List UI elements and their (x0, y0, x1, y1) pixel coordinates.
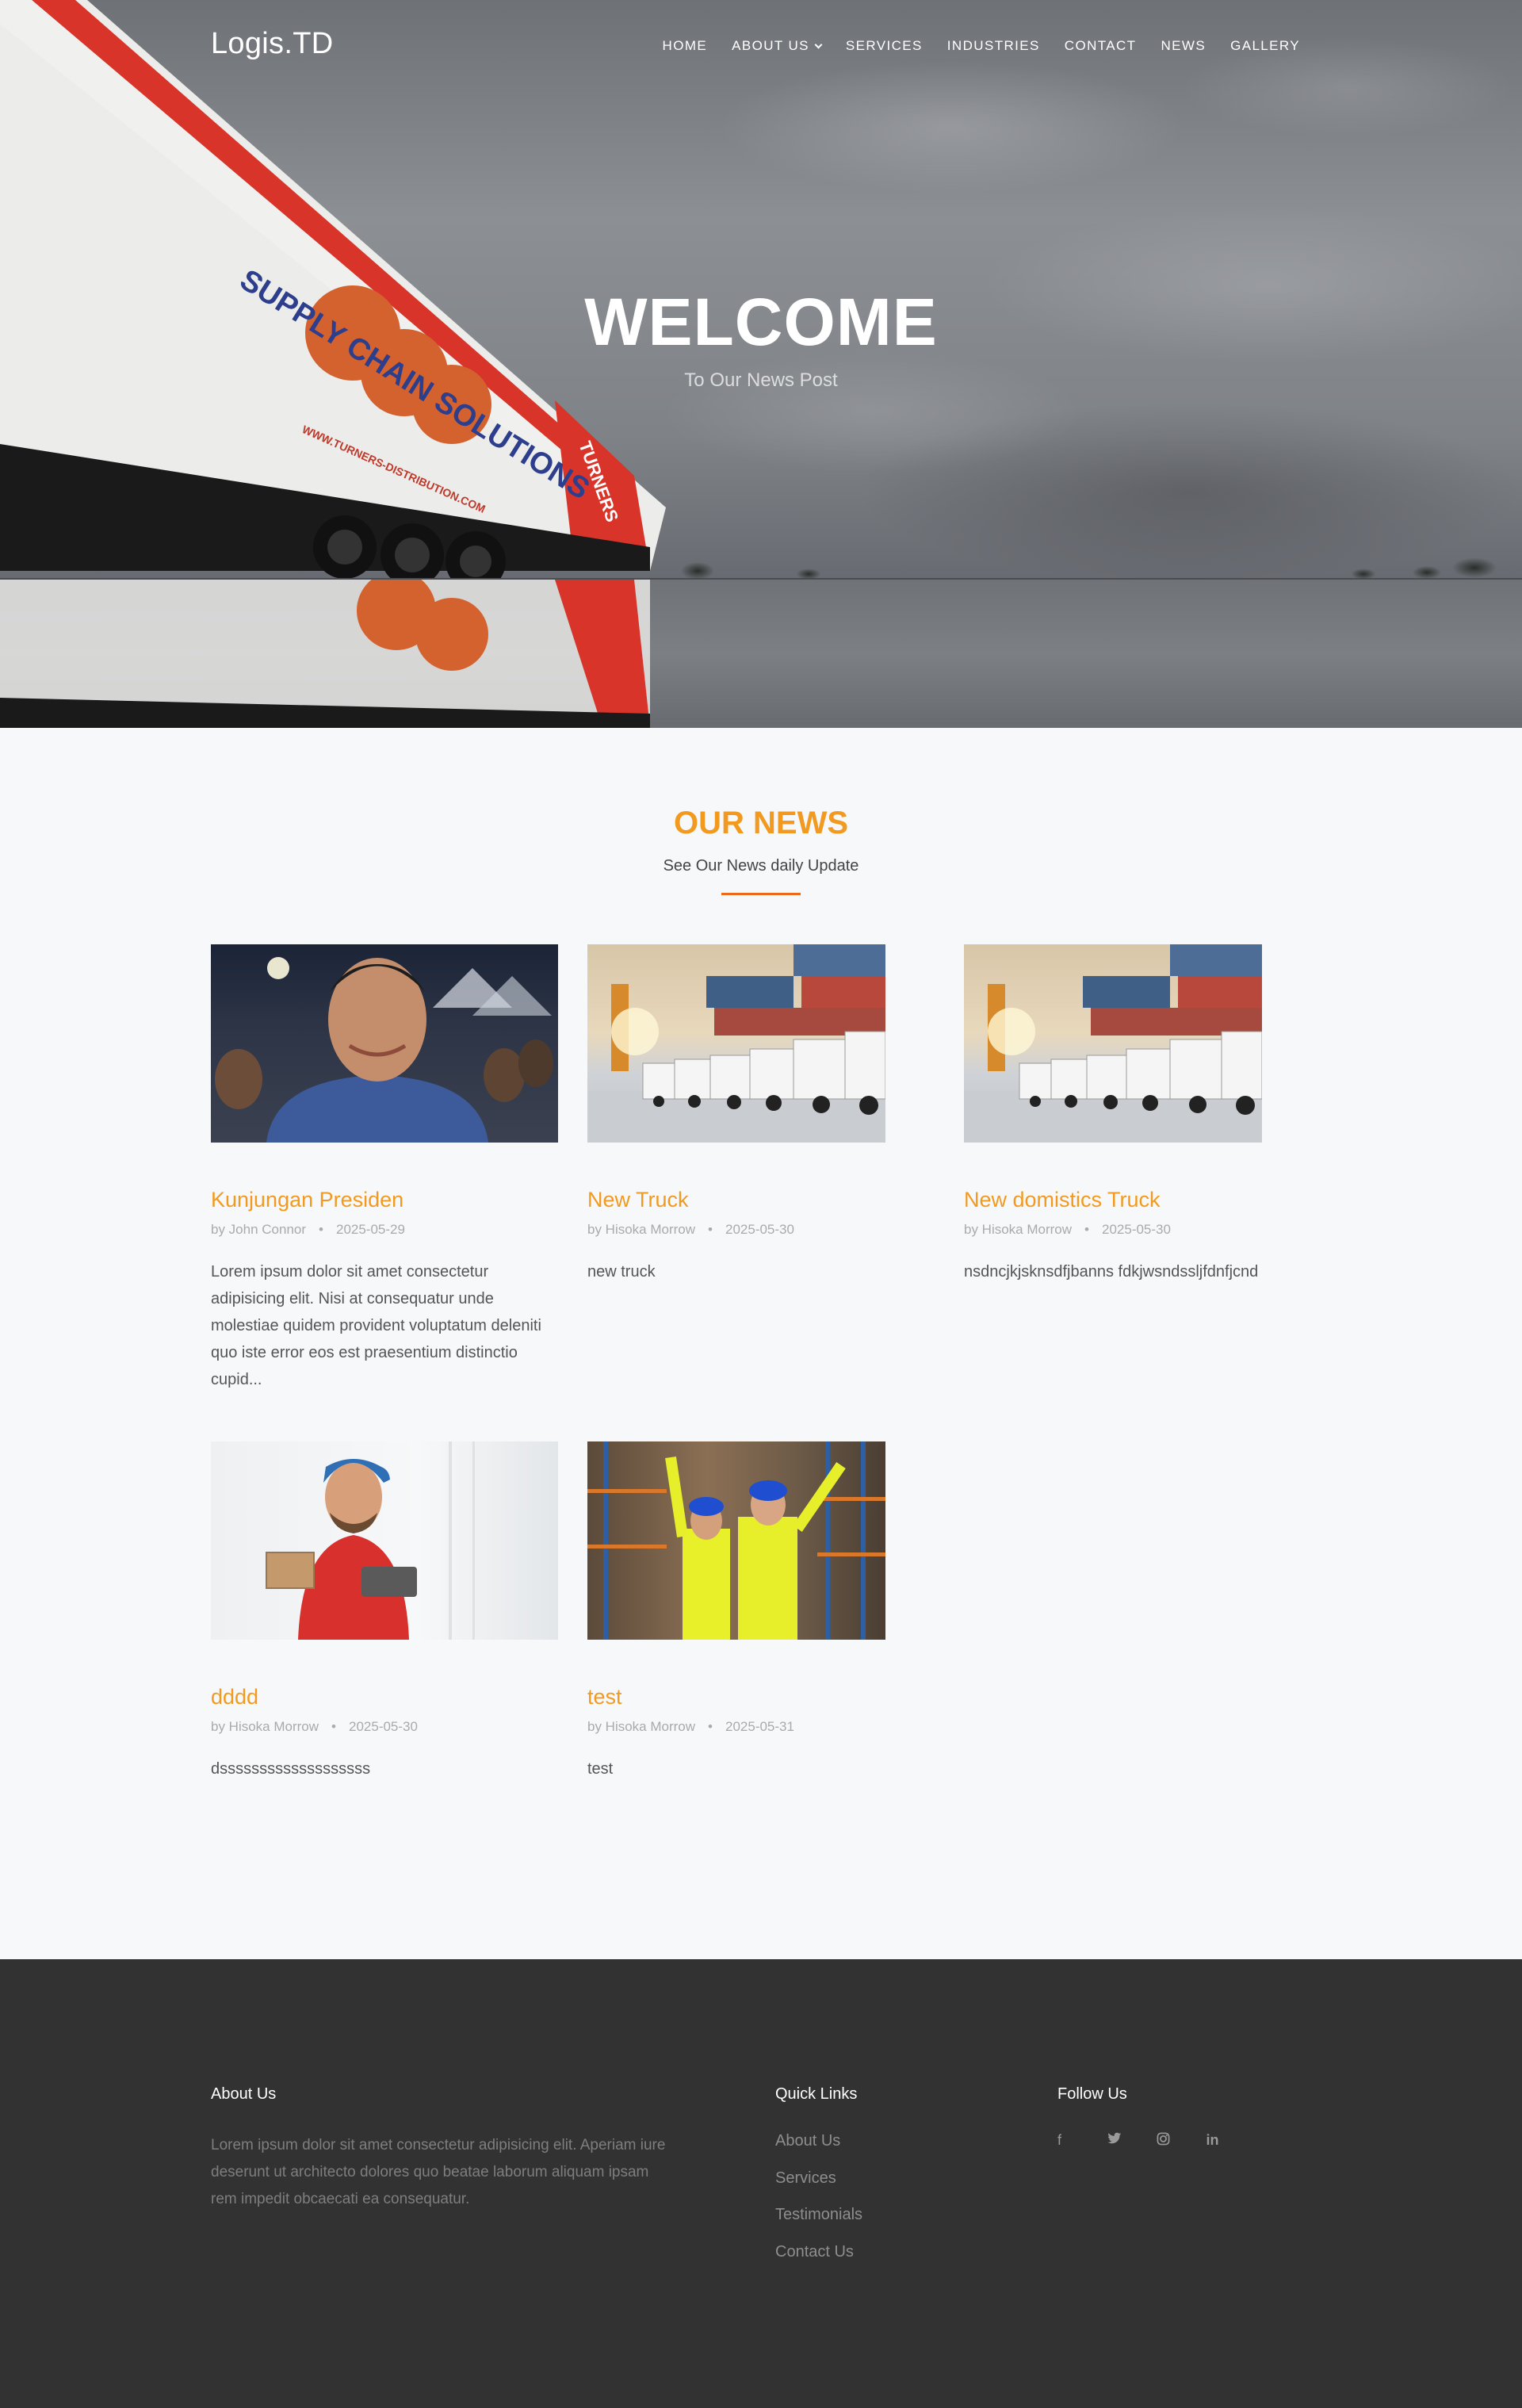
news-section-subtitle: See Our News daily Update (663, 857, 859, 875)
news-card[interactable]: New domistics Truck by Hisoka Morrow • 202… (964, 944, 1313, 1285)
news-author: by Hisoka Morrow (587, 1719, 696, 1734)
news-meta: by John Connor • 2025-05-29 (211, 1222, 405, 1237)
news-meta: by Hisoka Morrow • 2025-05-31 (587, 1719, 794, 1734)
news-section-title: OUR NEWS (674, 806, 848, 840)
chevron-down-icon (814, 40, 823, 48)
news-excerpt: dsssssssssssssssssss (211, 1760, 371, 1778)
news-image-warehouse[interactable] (587, 1441, 885, 1640)
news-author: by Hisoka Morrow (211, 1719, 319, 1734)
news-date: 2025-05-30 (725, 1222, 794, 1237)
trucks-containers-photo (964, 944, 1262, 1143)
warehouse-workers-photo (587, 1441, 885, 1640)
news-image-president[interactable] (211, 944, 558, 1143)
twitter-icon[interactable] (1107, 2132, 1157, 2150)
news-meta: by Hisoka Morrow • 2025-05-30 (964, 1222, 1171, 1237)
site-logo[interactable]: Logis.TD (211, 27, 333, 61)
news-excerpt: Lorem ipsum dolor sit amet consectetur a… (211, 1263, 541, 1388)
news-image-trucks[interactable] (587, 944, 885, 1143)
hero-title: WELCOME (584, 285, 938, 359)
news-meta: by Hisoka Morrow • 2025-05-30 (211, 1719, 418, 1734)
news-meta: by Hisoka Morrow • 2025-05-30 (587, 1222, 794, 1237)
news-date: 2025-05-31 (725, 1719, 794, 1734)
news-author: by Hisoka Morrow (964, 1222, 1073, 1237)
news-title[interactable]: New domistics Truck (964, 1188, 1313, 1212)
news-excerpt: new truck (587, 1263, 656, 1281)
news-title[interactable]: dddd (211, 1685, 560, 1709)
news-excerpt: nsdncjkjsknsdfjbanns fdkjwsndssljfdnfjcn… (964, 1263, 1259, 1281)
footer-links-title: Quick Links (775, 2085, 858, 2103)
news-date: 2025-05-29 (335, 1222, 405, 1237)
news-image-courier[interactable] (211, 1441, 558, 1640)
main-menu: HOME ABOUT US SERVICES INDUSTRIES CONTAC… (638, 38, 1300, 54)
hero-section: SUPPLY CHAIN SOLUTIONS WWW.TURNERS-DISTR… (0, 0, 1522, 728)
news-title[interactable]: Kunjungan Presiden (211, 1188, 560, 1212)
nav-services[interactable]: SERVICES (846, 38, 923, 54)
nav-about-us-label: ABOUT US (732, 38, 809, 53)
president-photo (215, 957, 553, 1143)
nav-industries[interactable]: INDUSTRIES (947, 38, 1040, 54)
footer-quick-links: About Us Services Testimonials Contact U… (775, 2132, 862, 2280)
footer-about-title: About Us (211, 2085, 277, 2103)
nav-contact[interactable]: CONTACT (1065, 38, 1137, 54)
nav-about-us[interactable]: ABOUT US (732, 38, 823, 54)
trucks-containers-photo (587, 944, 885, 1143)
news-card[interactable]: dddd by Hisoka Morrow • 2025-05-30 dssssss… (211, 1441, 560, 1782)
news-author: by John Connor (211, 1222, 307, 1237)
news-author: by Hisoka Morrow (587, 1222, 696, 1237)
courier-photo (266, 1441, 475, 1640)
news-date: 2025-05-30 (1102, 1222, 1171, 1237)
news-card[interactable]: Kunjungan Presiden by John Connor • 2025-0… (211, 944, 560, 1393)
title-underline (721, 893, 801, 895)
news-title[interactable]: test (587, 1685, 936, 1709)
treeline (650, 539, 1522, 579)
nav-home[interactable]: HOME (663, 38, 708, 54)
footer-link-testimonials[interactable]: Testimonials (775, 2206, 862, 2243)
nav-news[interactable]: NEWS (1161, 38, 1206, 54)
news-image-trucks[interactable] (964, 944, 1262, 1143)
linkedin-icon[interactable]: in (1207, 2132, 1256, 2150)
footer-link-about-us[interactable]: About Us (775, 2132, 862, 2169)
news-title[interactable]: New Truck (587, 1188, 936, 1212)
footer-link-services[interactable]: Services (775, 2169, 862, 2207)
news-card[interactable]: New Truck by Hisoka Morrow • 2025-05-30 ne… (587, 944, 936, 1285)
footer-link-contact-us[interactable]: Contact Us (775, 2243, 862, 2280)
news-date: 2025-05-30 (349, 1719, 418, 1734)
truck-trailer-image: SUPPLY CHAIN SOLUTIONS WWW.TURNERS-DISTR… (0, 0, 666, 728)
social-links: f in (1057, 2132, 1256, 2150)
nav-gallery[interactable]: GALLERY (1230, 38, 1300, 54)
footer-follow-title: Follow Us (1057, 2085, 1127, 2103)
facebook-icon[interactable]: f (1057, 2132, 1107, 2150)
top-navbar: Logis.TD HOME ABOUT US SERVICES INDUSTRI… (0, 0, 1522, 95)
hero-subtitle: To Our News Post (684, 369, 838, 391)
instagram-icon[interactable] (1157, 2132, 1207, 2150)
footer-about-text: Lorem ipsum dolor sit amet consectetur a… (211, 2137, 666, 2207)
news-excerpt: test (587, 1760, 614, 1778)
news-card[interactable]: test by Hisoka Morrow • 2025-05-31 test (587, 1441, 936, 1782)
